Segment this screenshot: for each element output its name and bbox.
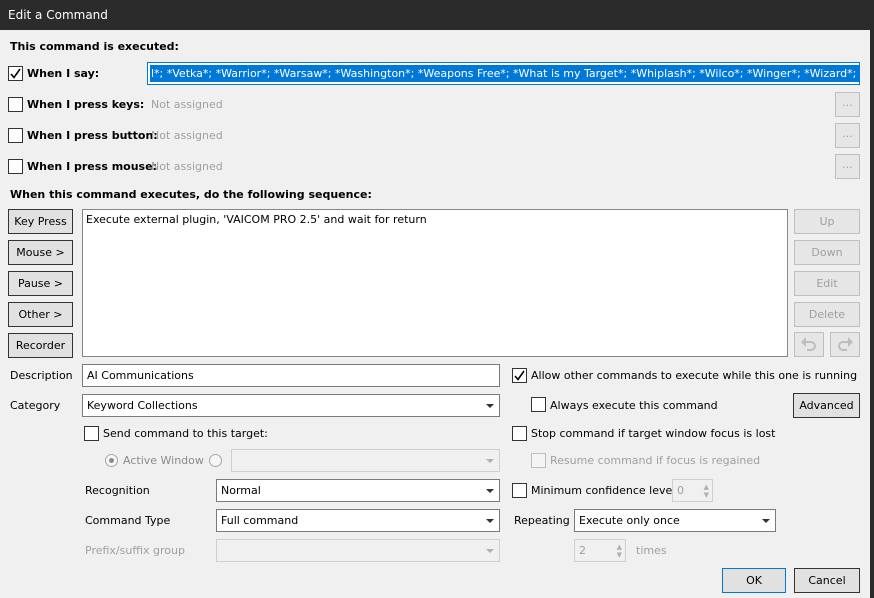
undo-button[interactable] bbox=[794, 332, 824, 357]
edit-button[interactable]: Edit bbox=[794, 271, 860, 296]
redo-arrow-icon bbox=[838, 337, 853, 351]
repeat-count-spinner[interactable]: 2 ▲ ▼ bbox=[574, 539, 626, 562]
when-i-press-keys-label: When I press keys: bbox=[27, 98, 145, 111]
up-button[interactable]: Up bbox=[794, 209, 860, 234]
action-sequence-list[interactable]: Execute external plugin, 'VAICOM PRO 2.5… bbox=[82, 209, 788, 357]
repeating-value: Execute only once bbox=[579, 514, 680, 527]
chevron-down-icon bbox=[486, 518, 494, 523]
active-window-label: Active Window bbox=[123, 454, 204, 467]
section-sequence-heading: When this command executes, do the follo… bbox=[10, 188, 372, 201]
window-title: Edit a Command bbox=[8, 8, 108, 22]
other-button[interactable]: Other > bbox=[8, 302, 73, 327]
recognition-label: Recognition bbox=[85, 484, 150, 497]
target-window-radio[interactable] bbox=[209, 454, 222, 467]
when-i-press-button-label: When I press button: bbox=[27, 129, 158, 142]
target-window-select[interactable] bbox=[231, 449, 500, 472]
min-confidence-spinner[interactable]: 0 ▲ ▼ bbox=[672, 479, 713, 502]
chevron-down-icon bbox=[486, 403, 494, 408]
checkmark-icon bbox=[514, 370, 525, 381]
chevron-down-icon bbox=[486, 458, 494, 463]
when-i-press-mouse-checkbox[interactable] bbox=[8, 159, 23, 174]
always-execute-label: Always execute this command bbox=[550, 399, 718, 412]
section-executed-heading: This command is executed: bbox=[10, 40, 179, 53]
stop-command-checkbox[interactable] bbox=[512, 426, 527, 441]
keys-assign-button[interactable]: ... bbox=[835, 92, 860, 117]
allow-other-label: Allow other commands to execute while th… bbox=[531, 369, 858, 382]
min-confidence-value: 0 bbox=[677, 484, 684, 497]
keys-not-assigned: Not assigned bbox=[151, 98, 223, 111]
window-frame-edge bbox=[870, 0, 874, 598]
when-i-say-selected-text: l*; *Vetka*; *Warrior*; *Warsaw*; *Washi… bbox=[150, 65, 859, 82]
advanced-button[interactable]: Advanced bbox=[793, 393, 860, 418]
prefix-suffix-select[interactable] bbox=[216, 539, 500, 562]
when-i-press-button-checkbox[interactable] bbox=[8, 128, 23, 143]
min-confidence-checkbox[interactable] bbox=[512, 483, 527, 498]
always-execute-checkbox[interactable] bbox=[531, 397, 546, 412]
checkmark-icon bbox=[10, 68, 21, 79]
pause-button[interactable]: Pause > bbox=[8, 271, 73, 296]
mouse-not-assigned: Not assigned bbox=[151, 160, 223, 173]
send-target-label: Send command to this target: bbox=[103, 427, 268, 440]
when-i-say-input[interactable]: l*; *Vetka*; *Warrior*; *Warsaw*; *Washi… bbox=[147, 62, 860, 85]
redo-button[interactable] bbox=[830, 332, 860, 357]
cancel-button[interactable]: Cancel bbox=[794, 568, 860, 593]
min-confidence-label: Minimum confidence level bbox=[531, 484, 676, 497]
prefix-suffix-label: Prefix/suffix group bbox=[85, 544, 185, 557]
undo-arrow-icon bbox=[801, 337, 816, 351]
description-label: Description bbox=[10, 369, 73, 382]
delete-button[interactable]: Delete bbox=[794, 302, 860, 327]
resume-command-checkbox[interactable] bbox=[531, 453, 546, 468]
category-value: Keyword Collections bbox=[87, 399, 198, 412]
category-select[interactable]: Keyword Collections bbox=[82, 394, 500, 417]
send-target-checkbox[interactable] bbox=[84, 426, 99, 441]
command-type-value: Full command bbox=[221, 514, 299, 527]
repeating-label: Repeating bbox=[514, 514, 570, 527]
mouse-assign-button[interactable]: ... bbox=[835, 154, 860, 179]
recognition-select[interactable]: Normal bbox=[216, 479, 500, 502]
repeat-count-value: 2 bbox=[579, 544, 586, 557]
command-type-select[interactable]: Full command bbox=[216, 509, 500, 532]
active-window-radio[interactable] bbox=[105, 454, 118, 467]
when-i-say-checkbox[interactable] bbox=[8, 66, 23, 81]
recorder-button[interactable]: Recorder bbox=[8, 333, 73, 358]
when-i-press-keys-checkbox[interactable] bbox=[8, 97, 23, 112]
key-press-button[interactable]: Key Press bbox=[8, 209, 73, 234]
command-type-label: Command Type bbox=[85, 514, 171, 527]
button-assign-button[interactable]: ... bbox=[835, 123, 860, 148]
allow-other-checkbox[interactable] bbox=[512, 368, 527, 383]
chevron-down-icon bbox=[486, 548, 494, 553]
chevron-down-icon bbox=[486, 488, 494, 493]
times-label: times bbox=[636, 544, 667, 557]
description-input[interactable]: AI Communications bbox=[82, 364, 500, 387]
button-not-assigned: Not assigned bbox=[151, 129, 223, 142]
ok-button[interactable]: OK bbox=[722, 568, 786, 593]
resume-command-label: Resume command if focus is regained bbox=[550, 454, 761, 467]
chevron-down-icon bbox=[762, 518, 770, 523]
repeating-select[interactable]: Execute only once bbox=[574, 509, 776, 532]
mouse-button[interactable]: Mouse > bbox=[8, 240, 73, 265]
spinner-arrows-icon: ▲ ▼ bbox=[703, 483, 709, 499]
down-button[interactable]: Down bbox=[794, 240, 860, 265]
when-i-press-mouse-label: When I press mouse: bbox=[27, 160, 157, 173]
list-item[interactable]: Execute external plugin, 'VAICOM PRO 2.5… bbox=[86, 213, 427, 226]
when-i-say-label: When I say: bbox=[27, 67, 100, 80]
recognition-value: Normal bbox=[221, 484, 261, 497]
title-bar: Edit a Command bbox=[0, 0, 870, 30]
spinner-arrows-icon: ▲ ▼ bbox=[616, 543, 622, 559]
stop-command-label: Stop command if target window focus is l… bbox=[531, 427, 776, 440]
category-label: Category bbox=[10, 399, 61, 412]
